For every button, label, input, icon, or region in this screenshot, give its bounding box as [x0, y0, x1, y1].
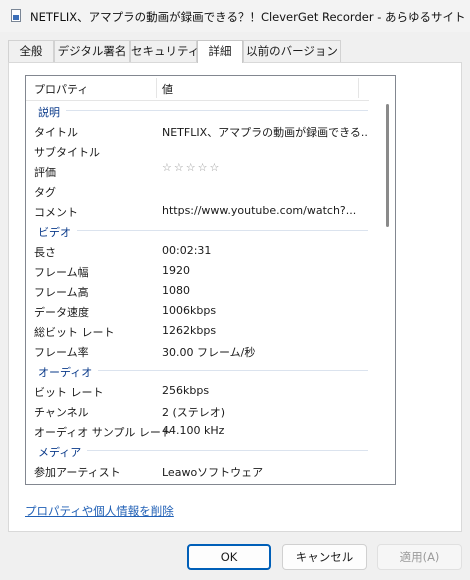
property-value: 256kbps [162, 384, 210, 397]
property-value: 1080 [162, 284, 190, 297]
group-divider [77, 230, 368, 231]
property-name: ビット レート [34, 386, 104, 399]
property-name: コメント [34, 206, 78, 219]
property-row[interactable]: ビット レート 256kbps [26, 380, 376, 400]
scrollbar-thumb[interactable] [386, 104, 389, 227]
details-panel: プロパティ 値 説明タイトル NETFLIX、アマプラの動画が録画できる... サブ… [8, 62, 462, 532]
remove-properties-link[interactable]: プロパティや個人情報を削除 [25, 503, 174, 519]
property-name: タイトル [34, 126, 78, 139]
property-row[interactable]: フレーム幅 1920 [26, 260, 376, 280]
column-divider[interactable] [358, 78, 359, 98]
property-value: 30.00 フレーム/秒 [162, 346, 256, 359]
tab-digital-signature[interactable]: デジタル署名 [54, 40, 130, 62]
group-title: ビデオ [38, 226, 71, 239]
cancel-button[interactable]: キャンセル [282, 544, 367, 570]
group-divider [66, 110, 368, 111]
property-row[interactable]: データ速度 1006kbps [26, 300, 376, 320]
property-row[interactable]: タイトル NETFLIX、アマプラの動画が録画できる... [26, 120, 376, 140]
property-name: 参加アーティスト [34, 466, 121, 479]
property-row[interactable]: チャンネル 2 (ステレオ) [26, 400, 376, 420]
property-row[interactable]: 長さ 00:02:31 [26, 240, 376, 260]
title-bar: NETFLIX、アマプラの動画が録画できる？！CleverGet Recorde… [0, 0, 470, 32]
column-header-property[interactable]: プロパティ [34, 81, 88, 97]
property-row[interactable]: サブタイトル [26, 140, 376, 160]
property-value: NETFLIX、アマプラの動画が録画できる... [162, 126, 367, 139]
apply-button: 適用(A) [377, 544, 462, 570]
window-title: NETFLIX、アマプラの動画が録画できる？！CleverGet Recorde… [30, 10, 466, 24]
group-title: オーディオ [38, 366, 93, 379]
property-value: 00:02:31 [162, 244, 212, 257]
tab-security[interactable]: セキュリティ [130, 40, 199, 62]
tab-general[interactable]: 全般 [8, 40, 54, 62]
property-value: 44.100 kHz [162, 424, 225, 437]
property-row[interactable]: フレーム高 1080 [26, 280, 376, 300]
property-name: オーディオ サンプル レート [34, 426, 172, 439]
property-name: 長さ [34, 246, 56, 259]
property-row[interactable]: フレーム率 30.00 フレーム/秒 [26, 340, 376, 360]
property-row[interactable]: タグ [26, 180, 376, 200]
property-name: 総ビット レート [34, 326, 115, 339]
group-header: 説明 [26, 100, 376, 120]
property-name: タグ [34, 186, 56, 199]
group-header: ビデオ [26, 220, 376, 240]
property-row[interactable]: 評価 ☆☆☆☆☆ [26, 160, 376, 180]
property-row[interactable]: 参加アーティスト Leawoソフトウェア [26, 460, 376, 480]
file-icon [11, 9, 21, 22]
property-name: チャンネル [34, 406, 89, 419]
list-header: プロパティ 値 [26, 76, 369, 101]
group-divider [87, 450, 368, 451]
column-divider[interactable] [156, 78, 157, 98]
property-row[interactable]: コメント https://www.youtube.com/watch?... [26, 200, 376, 220]
group-divider [98, 370, 368, 371]
property-name: フレーム幅 [34, 266, 89, 279]
rating-stars[interactable]: ☆☆☆☆☆ [162, 161, 367, 174]
property-row[interactable]: 総ビット レート 1262kbps [26, 320, 376, 340]
group-header: メディア [26, 440, 376, 460]
property-list[interactable]: プロパティ 値 説明タイトル NETFLIX、アマプラの動画が録画できる... サブ… [25, 75, 396, 485]
group-title: 説明 [38, 106, 60, 119]
tab-previous-versions[interactable]: 以前のバージョン [243, 40, 341, 62]
vertical-scrollbar[interactable] [382, 100, 394, 484]
property-value: 1920 [162, 264, 190, 277]
property-value: https://www.youtube.com/watch?... [162, 204, 357, 217]
column-header-value[interactable]: 値 [162, 81, 173, 97]
ok-button[interactable]: OK [187, 544, 271, 570]
group-title: メディア [38, 446, 82, 459]
property-rows: 説明タイトル NETFLIX、アマプラの動画が録画できる... サブタイトル 評価 ☆☆… [26, 100, 376, 480]
property-name: フレーム率 [34, 346, 89, 359]
property-value: Leawoソフトウェア [162, 466, 264, 479]
property-value: 1262kbps [162, 324, 217, 337]
property-value: 2 (ステレオ) [162, 406, 226, 419]
property-row[interactable]: オーディオ サンプル レート 44.100 kHz [26, 420, 376, 440]
property-name: データ速度 [34, 306, 89, 319]
property-name: フレーム高 [34, 286, 89, 299]
property-name: サブタイトル [34, 146, 100, 159]
property-name: 評価 [34, 166, 56, 179]
group-header: オーディオ [26, 360, 376, 380]
property-value: 1006kbps [162, 304, 217, 317]
tab-details[interactable]: 詳細 [197, 40, 243, 63]
